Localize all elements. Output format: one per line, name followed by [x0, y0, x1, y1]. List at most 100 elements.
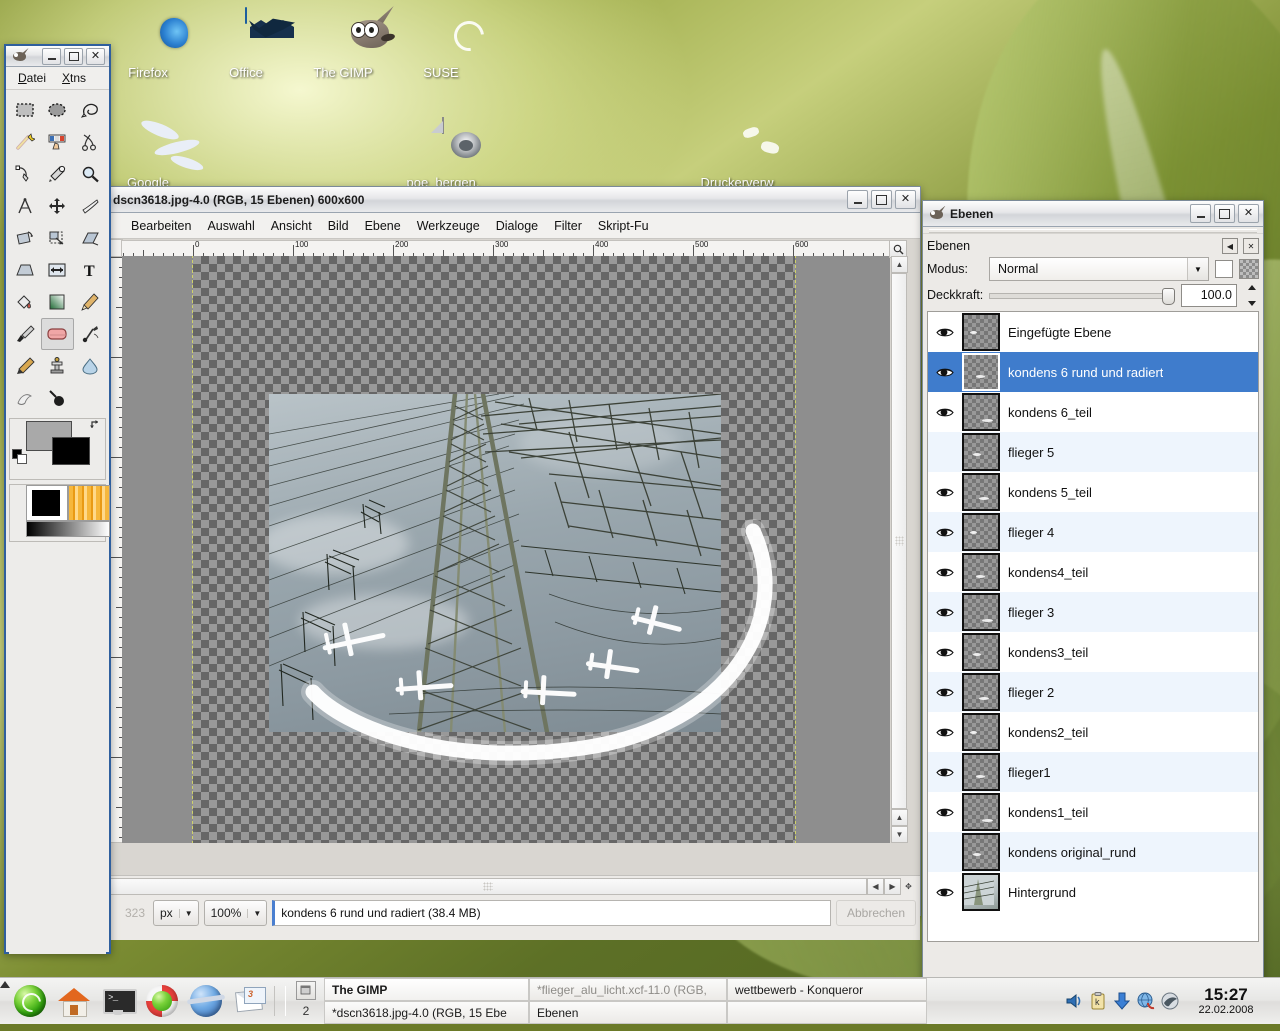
canvas-viewport[interactable]: [122, 256, 890, 843]
layer-row[interactable]: kondens 6 rund und radiert: [928, 352, 1258, 392]
gradient-tool[interactable]: [41, 286, 73, 318]
horizontal-scroll-thumb[interactable]: [109, 878, 867, 895]
layer-visibility-toggle[interactable]: [928, 367, 962, 378]
layer-visibility-toggle[interactable]: [928, 567, 962, 578]
lock-alpha-checkbox[interactable]: [1215, 260, 1233, 278]
menu-xtns[interactable]: Xtns: [62, 71, 86, 85]
move-tool[interactable]: [41, 190, 73, 222]
download-icon[interactable]: [1112, 991, 1132, 1011]
klipper-icon[interactable]: k: [1088, 991, 1108, 1011]
maximize-button[interactable]: [1214, 204, 1235, 223]
tool-grid[interactable]: T: [6, 90, 109, 414]
clone-tool[interactable]: [41, 350, 73, 382]
text-tool[interactable]: T: [74, 254, 106, 286]
menu-dialoge[interactable]: Dialoge: [488, 216, 546, 236]
window-controls[interactable]: ✕: [847, 190, 918, 209]
layers-dialog-window[interactable]: Ebenen ✕ Ebenen ◀ ✕ Modus: Normal ▼ Deck…: [922, 200, 1264, 982]
layer-row[interactable]: kondens 6_teil: [928, 392, 1258, 432]
layer-visibility-toggle[interactable]: [928, 807, 962, 818]
paintbrush-tool[interactable]: [9, 318, 41, 350]
chevron-down-icon[interactable]: ▼: [1187, 258, 1208, 280]
clock[interactable]: 15:27 22.02.2008: [1184, 985, 1274, 1017]
smudge-tool[interactable]: [9, 382, 41, 414]
crop-tool[interactable]: [74, 190, 106, 222]
volume-icon[interactable]: [1064, 991, 1084, 1011]
measure-tool[interactable]: [9, 190, 41, 222]
opacity-slider[interactable]: [989, 285, 1175, 305]
quicklaunch-terminal[interactable]: [96, 978, 140, 1024]
system-tray[interactable]: k 15:27 22.02.2008: [1064, 985, 1280, 1017]
network-icon[interactable]: [1136, 991, 1156, 1011]
minimize-button[interactable]: [42, 47, 61, 65]
gimp-toolbox-window[interactable]: ✕ Datei Xtns T: [4, 44, 111, 954]
window-list[interactable]: 2 The GIMP *dscn3618.jpg-4.0 (RGB, 15 Eb…: [288, 978, 1064, 1024]
airbrush-tool[interactable]: [74, 318, 106, 350]
window-group-column[interactable]: 2: [288, 978, 324, 1024]
image-canvas[interactable]: [192, 256, 796, 843]
window-group-icon[interactable]: [296, 981, 316, 1000]
reset-colors-icon[interactable]: [12, 449, 27, 464]
close-button[interactable]: ✕: [895, 190, 916, 209]
menu-ansicht[interactable]: Ansicht: [263, 216, 320, 236]
taskbar-group-gimp[interactable]: The GIMP *dscn3618.jpg-4.0 (RGB, 15 Ebe: [324, 978, 529, 1024]
active-gradient[interactable]: [26, 521, 110, 537]
taskbar-button-flieger-alu-licht[interactable]: *flieger_alu_licht.xcf-11.0 (RGB,: [529, 978, 727, 1001]
maximize-button[interactable]: [871, 190, 892, 209]
desktop-icon-poe-bergen[interactable]: poe_bergen.: [383, 117, 503, 190]
image-window-titlebar[interactable]: dscn3618.jpg-4.0 (RGB, 15 Ebenen) 600x60…: [105, 187, 920, 213]
close-button[interactable]: ✕: [86, 47, 105, 65]
taskbar-button-dscn3618[interactable]: *dscn3618.jpg-4.0 (RGB, 15 Ebe: [324, 1001, 529, 1024]
layer-row[interactable]: kondens3_teil: [928, 632, 1258, 672]
layers-titlebar[interactable]: Ebenen ✕: [923, 201, 1263, 227]
layer-visibility-toggle[interactable]: [928, 487, 962, 498]
pencil-tool[interactable]: [74, 286, 106, 318]
opacity-value[interactable]: 100.0: [1181, 283, 1237, 307]
zoom-selector[interactable]: 100% ▼: [203, 900, 268, 926]
scroll-right-button[interactable]: ▶: [884, 878, 901, 895]
layer-visibility-toggle[interactable]: [928, 647, 962, 658]
taskbar-group-flieger[interactable]: *flieger_alu_licht.xcf-11.0 (RGB, Ebenen: [529, 978, 727, 1024]
minimize-button[interactable]: [1190, 204, 1211, 223]
rotate-tool[interactable]: [9, 222, 41, 254]
horizontal-scrollbar[interactable]: ◀ ▶ ✥: [109, 878, 916, 895]
scroll-down-button-a[interactable]: ▲: [891, 809, 908, 826]
taskbar-button-the-gimp[interactable]: The GIMP: [324, 978, 529, 1001]
desktop-icon-druckerverw[interactable]: Druckerverw: [677, 118, 797, 190]
ink-tool[interactable]: [9, 350, 41, 382]
layer-row[interactable]: kondens original_rund: [928, 832, 1258, 872]
toolbox-window-controls[interactable]: ✕: [42, 47, 107, 65]
dock-menu-icon[interactable]: ◀: [1222, 238, 1238, 254]
layer-visibility-toggle[interactable]: [928, 327, 962, 338]
quicklaunch-yast[interactable]: [140, 978, 184, 1024]
menu-bild[interactable]: Bild: [320, 216, 357, 236]
layer-list[interactable]: Eingefügte Ebene kondens 6 rund und radie…: [927, 311, 1259, 942]
color-swatches[interactable]: [9, 418, 106, 480]
fuzzy-select-tool[interactable]: [9, 126, 41, 158]
dock-drag-handle[interactable]: [923, 227, 1263, 234]
quicklaunch-amarok[interactable]: [184, 978, 228, 1024]
quicklaunch-home[interactable]: [52, 978, 96, 1024]
layer-row[interactable]: flieger 3: [928, 592, 1258, 632]
layer-row[interactable]: flieger 5: [928, 432, 1258, 472]
taskbar-group-konqueror[interactable]: wettbewerb - Konqueror: [727, 978, 927, 1024]
taskbar[interactable]: 2 The GIMP *dscn3618.jpg-4.0 (RGB, 15 Eb…: [0, 977, 1280, 1024]
konqueror-icon[interactable]: [1160, 991, 1180, 1011]
menu-datei[interactable]: Datei: [18, 71, 46, 85]
brush-pattern-gradient[interactable]: [9, 484, 110, 542]
color-picker-tool[interactable]: [41, 158, 73, 190]
canvas-area[interactable]: 0 100 200 300 400 500 600 ▲ ▲ ▼: [105, 239, 920, 875]
opacity-spinner[interactable]: [1245, 284, 1259, 306]
mode-select[interactable]: Normal ▼: [989, 257, 1209, 281]
panel-hide-button[interactable]: [0, 978, 10, 1024]
quicklaunch-suse-menu[interactable]: [8, 978, 52, 1024]
layer-row[interactable]: kondens2_teil: [928, 712, 1258, 752]
vertical-scrollbar[interactable]: ▲ ▲ ▼: [891, 256, 908, 843]
swap-colors-icon[interactable]: [89, 419, 102, 432]
layer-row[interactable]: kondens1_teil: [928, 792, 1258, 832]
chevron-down-icon[interactable]: ▼: [247, 908, 266, 918]
blur-tool[interactable]: [74, 350, 106, 382]
ellipse-select-tool[interactable]: [41, 94, 73, 126]
taskbar-button-ebenen[interactable]: Ebenen: [529, 1001, 727, 1024]
taskbar-button-empty[interactable]: [727, 1001, 927, 1024]
minimize-button[interactable]: [847, 190, 868, 209]
